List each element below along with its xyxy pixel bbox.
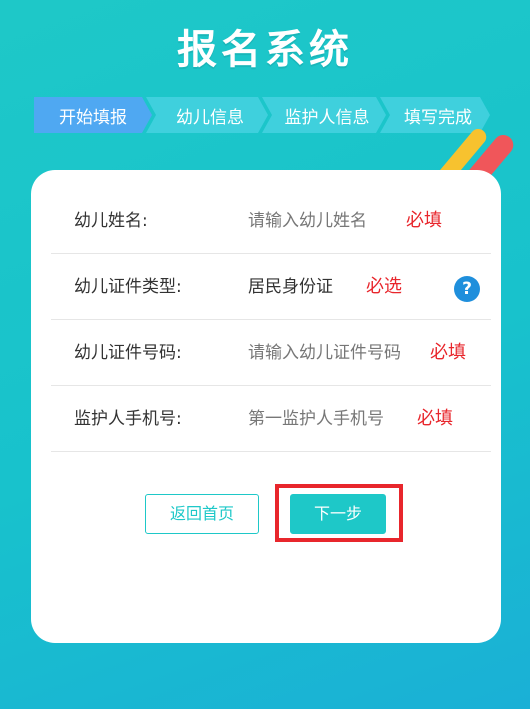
required-badge: 必填 (417, 408, 453, 429)
step-label: 填写完成 (404, 107, 472, 128)
page-title: 报名系统 (177, 27, 353, 73)
step-guardian-info: 监护人信息 (262, 97, 386, 133)
field-label: 幼儿证件号码: (74, 343, 182, 363)
next-step-button[interactable]: 下一步 (290, 494, 386, 534)
required-badge: 必填 (406, 210, 442, 231)
form-card: 幼儿姓名: 请输入幼儿姓名 必填 幼儿证件类型: 居民身份证 必选 ? 幼儿证件… (31, 170, 501, 643)
id-type-select[interactable]: 居民身份证 (248, 254, 333, 320)
step-child-info: 幼儿信息 (146, 97, 268, 133)
back-home-button[interactable]: 返回首页 (145, 494, 259, 534)
form-row-child-name: 幼儿姓名: 请输入幼儿姓名 必填 (51, 188, 491, 254)
progress-steps: 开始填报 幼儿信息 监护人信息 填写完成 (34, 97, 496, 133)
form-row-id-number: 幼儿证件号码: 请输入幼儿证件号码 必填 (51, 320, 491, 386)
step-label: 监护人信息 (284, 107, 370, 128)
field-label: 监护人手机号: (74, 409, 182, 429)
field-label: 幼儿姓名: (74, 211, 148, 231)
step-start: 开始填报 (34, 97, 152, 133)
step-label: 幼儿信息 (176, 107, 244, 128)
question-circle-icon[interactable]: ? (454, 276, 480, 302)
form-row-guardian-phone: 监护人手机号: 第一监护人手机号 必填 (51, 386, 491, 452)
id-number-input[interactable]: 请输入幼儿证件号码 (248, 320, 401, 386)
required-badge: 必选 (366, 276, 402, 297)
field-label: 幼儿证件类型: (74, 277, 182, 297)
guardian-phone-input[interactable]: 第一监护人手机号 (248, 386, 384, 452)
step-label: 开始填报 (59, 107, 127, 128)
child-name-input[interactable]: 请输入幼儿姓名 (248, 188, 367, 254)
required-badge: 必填 (430, 342, 466, 363)
form-row-id-type: 幼儿证件类型: 居民身份证 必选 ? (51, 254, 491, 320)
step-complete: 填写完成 (380, 97, 490, 133)
